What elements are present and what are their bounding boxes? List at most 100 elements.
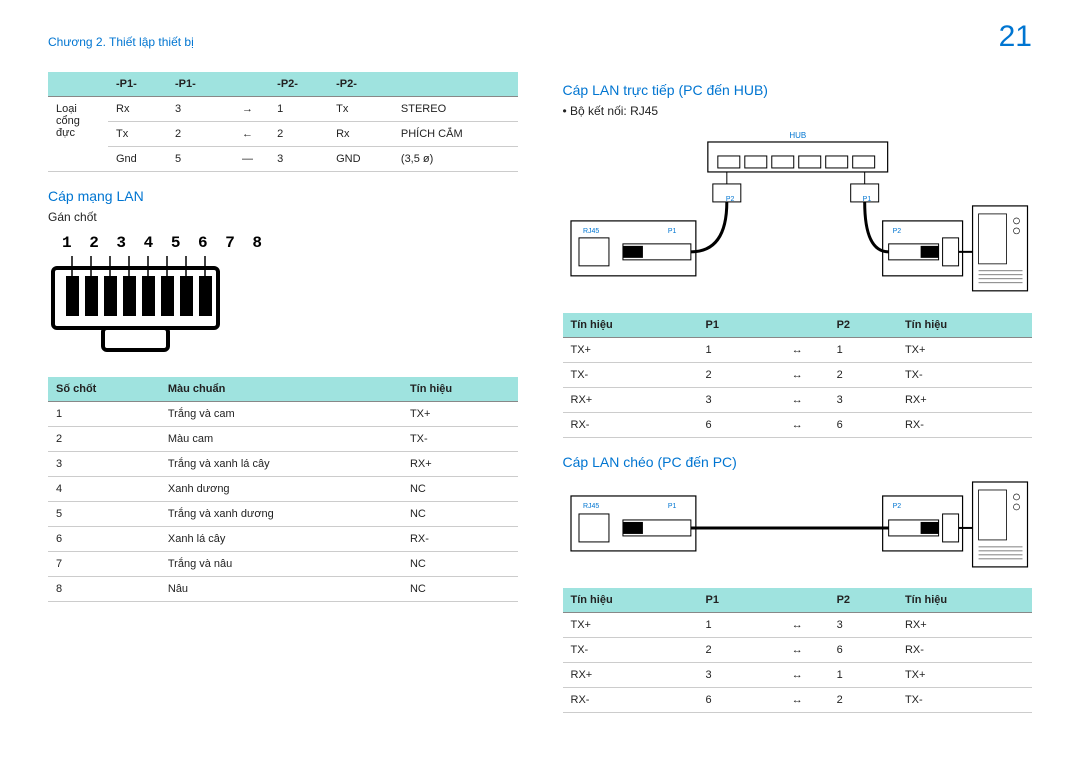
table-cell: TX+ [897,663,1032,688]
table-cell: RX+ [897,613,1032,638]
table-cell: Trắng và xanh lá cây [160,452,402,477]
table-cell: — [226,147,269,172]
table-cell: TX- [897,688,1032,713]
table-row: 5Trắng và xanh dươngNC [48,502,518,527]
table-cell: 8 [48,577,160,602]
table-cell: TX- [402,427,518,452]
table-cell: 2 [698,638,766,663]
table-cell: RX- [563,688,698,713]
table-cell: Màu cam [160,427,402,452]
table-cell: 5 [167,147,226,172]
table-row: 6Xanh lá câyRX- [48,527,518,552]
table-cell: 3 [829,613,897,638]
table-cell: Xanh dương [160,477,402,502]
table-cell: Tx [328,97,393,122]
table-cell: NC [402,577,518,602]
direct-lan-heading: Cáp LAN trực tiếp (PC đến HUB) [563,82,1033,98]
table-header [48,72,108,97]
hub-label: HUB [789,131,806,140]
row-label-cell: Loại cổng đực [48,97,108,172]
table-cell: 7 [48,552,160,577]
table-row: 4Xanh dươngNC [48,477,518,502]
table-cell: 2 [829,688,897,713]
table-row: 3Trắng và xanh lá câyRX+ [48,452,518,477]
table-cell: 3 [269,147,328,172]
table-row: RX-6↔2TX- [563,688,1033,713]
content-columns: -P1--P1--P2--P2- Loại cổng đựcRx3→1TxSTE… [48,72,1032,729]
table-cell: RX+ [897,388,1032,413]
table-cell: Xanh lá cây [160,527,402,552]
table-cell: 3 [167,97,226,122]
table-header: Tín hiệu [897,588,1032,613]
table-cell: ↔ [766,338,829,363]
table-row: TX+1↔1TX+ [563,338,1033,363]
right-column: Cáp LAN trực tiếp (PC đến HUB) Bộ kết nố… [563,72,1033,729]
table-row: TX+1↔3RX+ [563,613,1033,638]
table-row: 8NâuNC [48,577,518,602]
table-cell: Trắng và nâu [160,552,402,577]
table-cell: TX+ [563,613,698,638]
table-cell: ← [226,122,269,147]
table-cell: 1 [269,97,328,122]
rj45-left-label: RJ45 [582,228,598,235]
table-row: 1Trắng và camTX+ [48,402,518,427]
chapter-title: Chương 2. Thiết lập thiết bị [48,35,194,49]
table-cell: Nâu [160,577,402,602]
table-cell: NC [402,477,518,502]
table-cell: Rx [328,122,393,147]
table-header: Số chốt [48,377,160,402]
table-header [766,313,829,338]
table-cell: (3,5 ø) [393,147,518,172]
table-cell: TX+ [563,338,698,363]
table-cell: 2 [167,122,226,147]
table-cell: ↔ [766,663,829,688]
table-row: 7Trắng và nâuNC [48,552,518,577]
table-cell: NC [402,502,518,527]
cross-lan-table: Tín hiệuP1P2Tín hiệu TX+1↔3RX+TX-2↔6RX-R… [563,588,1033,713]
cross-lan-heading: Cáp LAN chéo (PC đến PC) [563,454,1033,470]
p2-right-label2: P2 [892,503,901,510]
table-row: Gnd5—3GND(3,5 ø) [48,147,518,172]
table-row: Tx2←2RxPHÍCH CẮM [48,122,518,147]
table-cell: RX+ [402,452,518,477]
table-row: RX+3↔1TX+ [563,663,1033,688]
table-cell: TX- [563,363,698,388]
pin-mapping-table: -P1--P1--P2--P2- Loại cổng đựcRx3→1TxSTE… [48,72,518,172]
p1-left-label: P1 [667,228,676,235]
table-cell: ↔ [766,363,829,388]
table-cell: TX+ [897,338,1032,363]
pin-assignment-subheading: Gán chốt [48,210,518,224]
table-cell: 2 [269,122,328,147]
page-number: 21 [999,20,1032,54]
table-cell: Rx [108,97,167,122]
connector-type-note: Bộ kết nối: RJ45 [563,104,1033,118]
table-header [393,72,518,97]
table-header: -P2- [269,72,328,97]
table-header [766,588,829,613]
table-cell: TX- [897,363,1032,388]
table-cell: → [226,97,269,122]
table-cell: PHÍCH CẮM [393,122,518,147]
table-cell: ↔ [766,413,829,438]
table-cell: 3 [829,388,897,413]
table-header: P1 [698,313,766,338]
table-cell: 1 [829,338,897,363]
pc-to-hub-diagram: HUB P2 P1 RJ45 P1 [563,126,1033,301]
table-cell: 1 [48,402,160,427]
p1-left-label2: P1 [667,503,676,510]
table-cell: Trắng và cam [160,402,402,427]
table-cell: RX- [563,413,698,438]
table-row: Loại cổng đựcRx3→1TxSTEREO [48,97,518,122]
table-cell: NC [402,552,518,577]
table-cell: TX- [563,638,698,663]
table-cell: Trắng và xanh dương [160,502,402,527]
table-header: Tín hiệu [897,313,1032,338]
table-row: TX-2↔6RX- [563,638,1033,663]
table-header: Màu chuẩn [160,377,402,402]
table-header: -P2- [328,72,393,97]
table-cell: RX- [897,413,1032,438]
lan-cable-heading: Cáp mạng LAN [48,188,518,204]
table-row: 2Màu camTX- [48,427,518,452]
table-cell: RX+ [563,388,698,413]
table-cell: RX- [402,527,518,552]
